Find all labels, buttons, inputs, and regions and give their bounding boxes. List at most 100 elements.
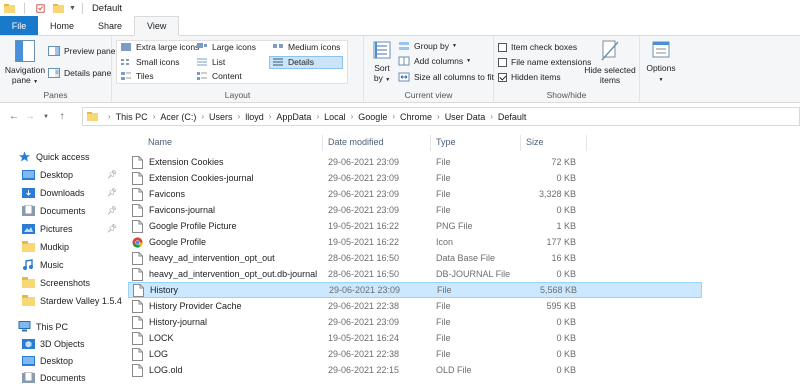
layout-list[interactable]: List [196,57,225,67]
layout-small-icons[interactable]: Small icons [120,57,179,67]
sort-by-button[interactable]: Sort by ▼ [368,40,396,85]
add-columns-button[interactable]: Add columns ▼ [398,56,471,66]
chevron-right-icon[interactable]: › [316,112,319,121]
breadcrumb-this-pc[interactable]: This PC [116,112,148,122]
file-name: heavy_ad_intervention_opt_out.db-journal [149,269,318,279]
sidebar-item-pc-desktop[interactable]: Desktop [22,352,73,369]
table-row[interactable]: heavy_ad_intervention_opt_out.db-journal… [128,266,702,282]
item-check-boxes-toggle[interactable]: Item check boxes [498,42,577,52]
navigation-pane-button[interactable]: Navigation pane ▼ [3,40,47,87]
table-row[interactable]: Extension Cookies-journal 29-06-2021 23:0… [128,170,702,186]
back-arrow-icon[interactable]: ← [6,109,22,125]
breadcrumb-drive[interactable]: Acer (C:) [160,112,196,122]
pin-icon[interactable]: 📌︎ [107,188,117,197]
sidebar-item-downloads[interactable]: Downloads [22,184,85,201]
table-row[interactable]: heavy_ad_intervention_opt_out 28-06-2021 … [128,250,702,266]
tab-view[interactable]: View [134,16,180,36]
recent-locations-icon[interactable]: ▼ [38,109,54,125]
layout-large-icons[interactable]: Large icons [196,42,256,52]
chevron-right-icon[interactable]: › [238,112,241,121]
sidebar-item-screenshots[interactable]: Screenshots [22,274,90,291]
chevron-right-icon[interactable]: › [108,112,111,121]
forward-arrow-icon[interactable]: → [22,109,38,125]
properties-icon[interactable] [35,4,46,13]
sidebar-item-mudkip[interactable]: Mudkip [22,238,69,255]
breadcrumb-default[interactable]: Default [498,112,527,122]
preview-pane-button[interactable]: Preview pane [48,46,116,56]
tab-share[interactable]: Share [86,16,134,35]
pin-icon[interactable]: 📌︎ [107,224,117,233]
table-row[interactable]: LOCK 19-05-2021 16:24 File 0 KB [128,330,702,346]
sidebar-item-documents[interactable]: Documents [22,202,86,219]
item-check-boxes-checkbox[interactable] [498,42,507,52]
table-row[interactable]: LOG 29-06-2021 22:38 File 0 KB [128,346,702,362]
hide-selected-items-button[interactable]: Hide selected items [584,40,636,85]
sidebar-item-this-pc[interactable]: This PC [18,318,68,335]
new-folder-icon[interactable] [53,4,64,13]
chevron-right-icon[interactable]: › [201,112,204,121]
customize-quick-access-icon[interactable]: ▼ [69,5,76,12]
file-size: 595 KB [546,301,576,311]
layout-extra-large-icons-label: Extra large icons [136,42,200,52]
table-row[interactable]: Google Profile Picture 19-05-2021 16:22 PN… [128,218,702,234]
column-header-name[interactable]: Name [148,137,172,147]
table-row[interactable]: LOG.old 29-06-2021 22:15 OLD File 0 KB [128,362,702,378]
details-pane-button[interactable]: Details pane [48,68,111,78]
sidebar-item-pc-documents[interactable]: Documents [22,369,86,384]
layout-tiles[interactable]: Tiles [120,71,154,81]
pin-icon[interactable]: 📌︎ [107,170,117,179]
chevron-right-icon[interactable]: › [437,112,440,121]
chevron-right-icon[interactable]: › [351,112,354,121]
chevron-right-icon[interactable]: › [392,112,395,121]
chevron-right-icon[interactable]: › [153,112,156,121]
sidebar-item-stardew-valley[interactable]: Stardew Valley 1.5.4 [22,292,122,309]
hidden-items-checkbox[interactable] [498,72,507,82]
sidebar-item-quick-access[interactable]: Quick access [18,148,90,165]
layout-group: Extra large icons Large icons Medium ico… [112,36,364,103]
breadcrumb-local[interactable]: Local [324,112,346,122]
sidebar-item-pictures[interactable]: Pictures [22,220,73,237]
layout-extra-large-icons[interactable]: Extra large icons [120,42,199,52]
column-header-type[interactable]: Type [436,137,456,147]
tab-home[interactable]: Home [38,16,86,35]
breadcrumb-appdata[interactable]: AppData [276,112,311,122]
column-divider[interactable] [520,135,521,151]
column-header-date[interactable]: Date modified [328,137,384,147]
table-row[interactable]: History Provider Cache 29-06-2021 22:38 Fi… [128,298,702,314]
table-row[interactable]: Favicons-journal 29-06-2021 23:09 File 0 KB [128,202,702,218]
group-by-button[interactable]: Group by ▼ [398,41,457,51]
breadcrumb-chrome[interactable]: Chrome [400,112,432,122]
table-row[interactable]: Extension Cookies 29-06-2021 23:09 File 72 … [128,154,702,170]
column-divider[interactable] [430,135,431,151]
sidebar-item-music[interactable]: Music [22,256,64,273]
table-row[interactable]: Google Profile 19-05-2021 16:22 Icon 177 KB [128,234,702,250]
breadcrumb-users[interactable]: Users [209,112,233,122]
table-row[interactable]: Favicons 29-06-2021 23:09 File 3,328 KB [128,186,702,202]
sidebar-item-desktop[interactable]: Desktop [22,166,73,183]
breadcrumb-user-data[interactable]: User Data [445,112,486,122]
tab-file[interactable]: File [0,16,38,35]
file-name-extensions-checkbox[interactable] [498,57,507,67]
layout-medium-icons[interactable]: Medium icons [272,42,340,52]
chevron-right-icon[interactable]: › [490,112,493,121]
options-button[interactable]: Options ▼ [644,40,678,85]
up-arrow-icon[interactable]: ↑ [54,109,70,125]
hidden-items-toggle[interactable]: Hidden items [498,72,561,82]
pin-icon[interactable]: 📌︎ [107,206,117,215]
layout-content[interactable]: Content [196,71,242,81]
sidebar-item-3d-objects[interactable]: 3D Objects [22,335,85,352]
chevron-right-icon[interactable]: › [269,112,272,121]
size-all-columns-button[interactable]: Size all columns to fit [398,72,494,82]
breadcrumb-user[interactable]: lloyd [245,112,264,122]
layout-details[interactable]: Details [272,57,314,67]
address-bar[interactable]: › This PC › Acer (C:) › Users › lloyd › … [82,107,800,126]
column-header-size[interactable]: Size [526,137,544,147]
breadcrumb-google[interactable]: Google [358,112,387,122]
file-date-modified: 29-06-2021 22:38 [328,349,400,359]
table-row[interactable]: History-journal 29-06-2021 23:09 File 0 KB [128,314,702,330]
column-divider[interactable] [322,135,323,151]
table-row[interactable]: History 29-06-2021 23:09 File 5,568 KB [128,282,702,298]
file-name-extensions-toggle[interactable]: File name extensions [498,57,591,67]
file-name: LOG.old [149,365,183,375]
column-divider[interactable] [586,135,587,151]
